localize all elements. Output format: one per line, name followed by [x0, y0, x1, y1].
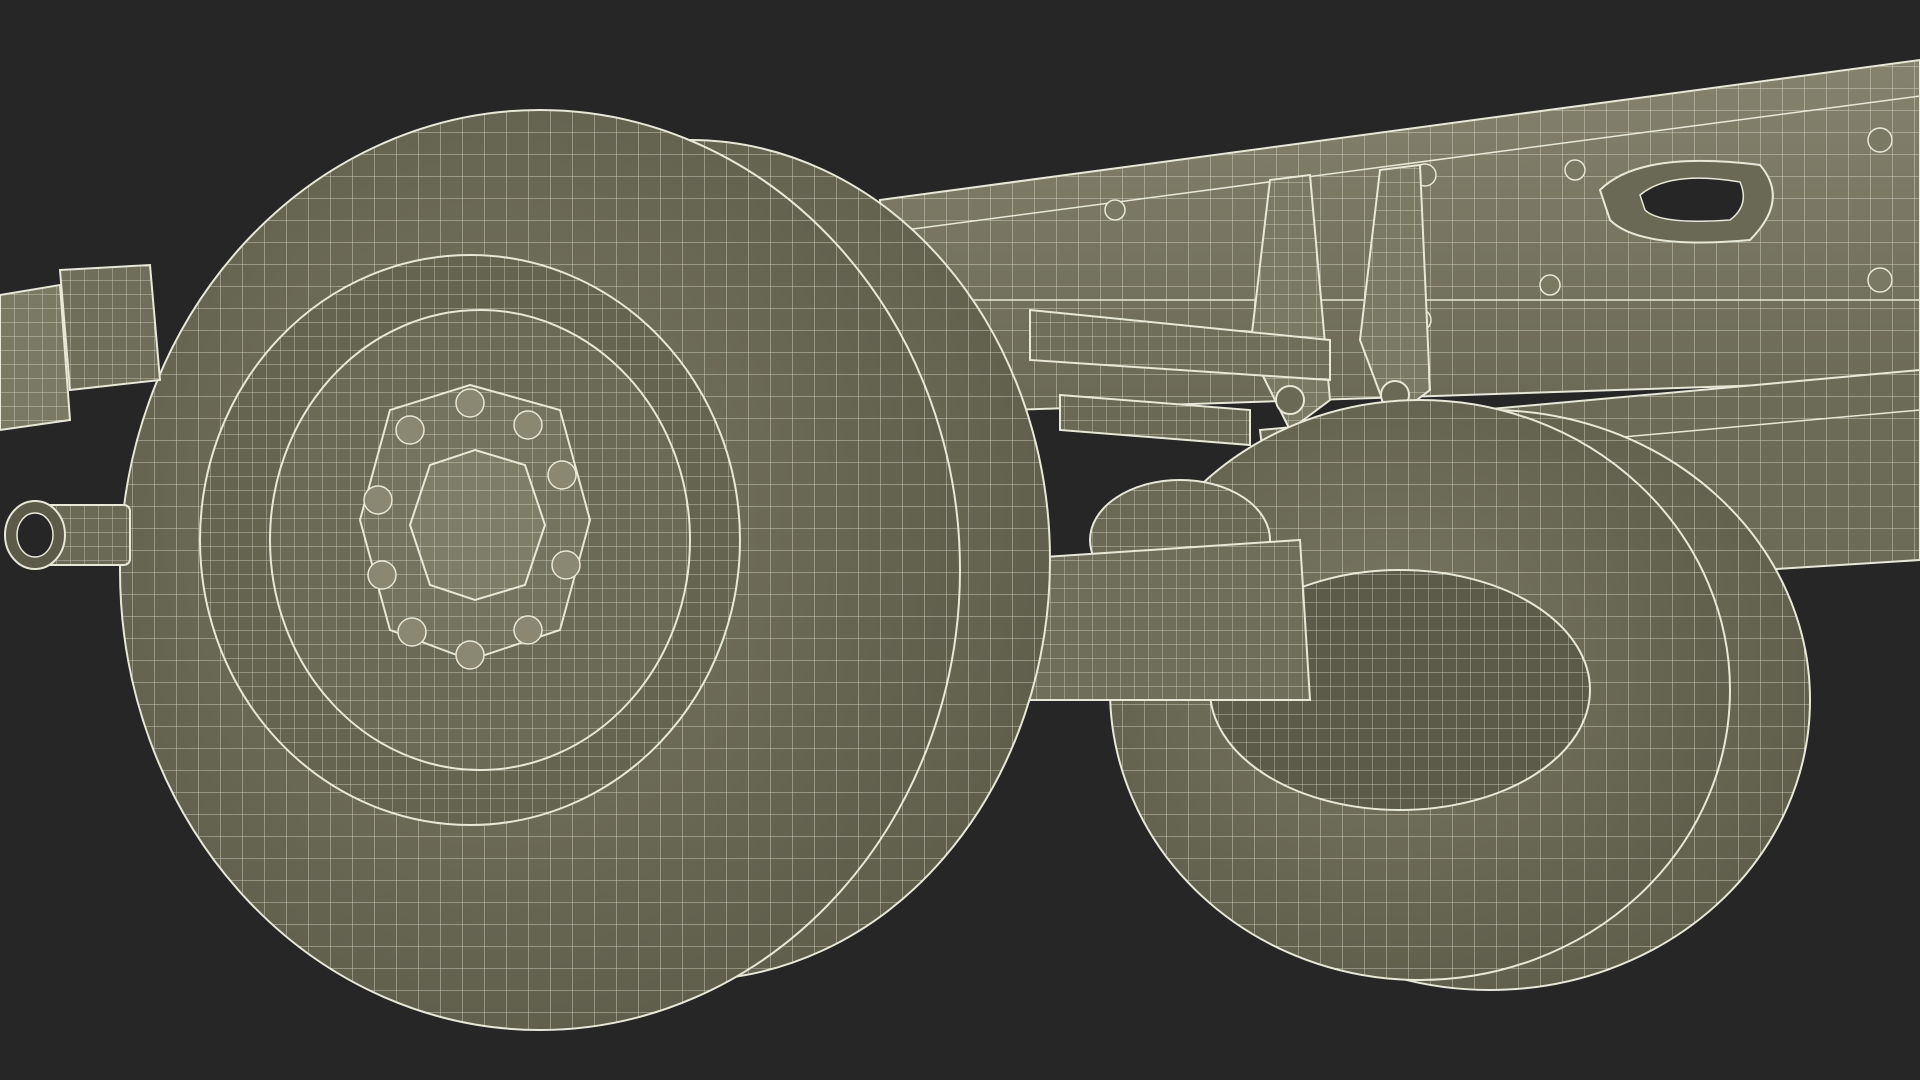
exhaust-pipe [4, 500, 131, 570]
frame-slot-cutout [1598, 159, 1774, 244]
rear-tow-bracket [0, 263, 162, 432]
render-viewport [0, 0, 1920, 1080]
wheel-hub [358, 383, 592, 662]
render-canvas [0, 58, 1920, 1031]
